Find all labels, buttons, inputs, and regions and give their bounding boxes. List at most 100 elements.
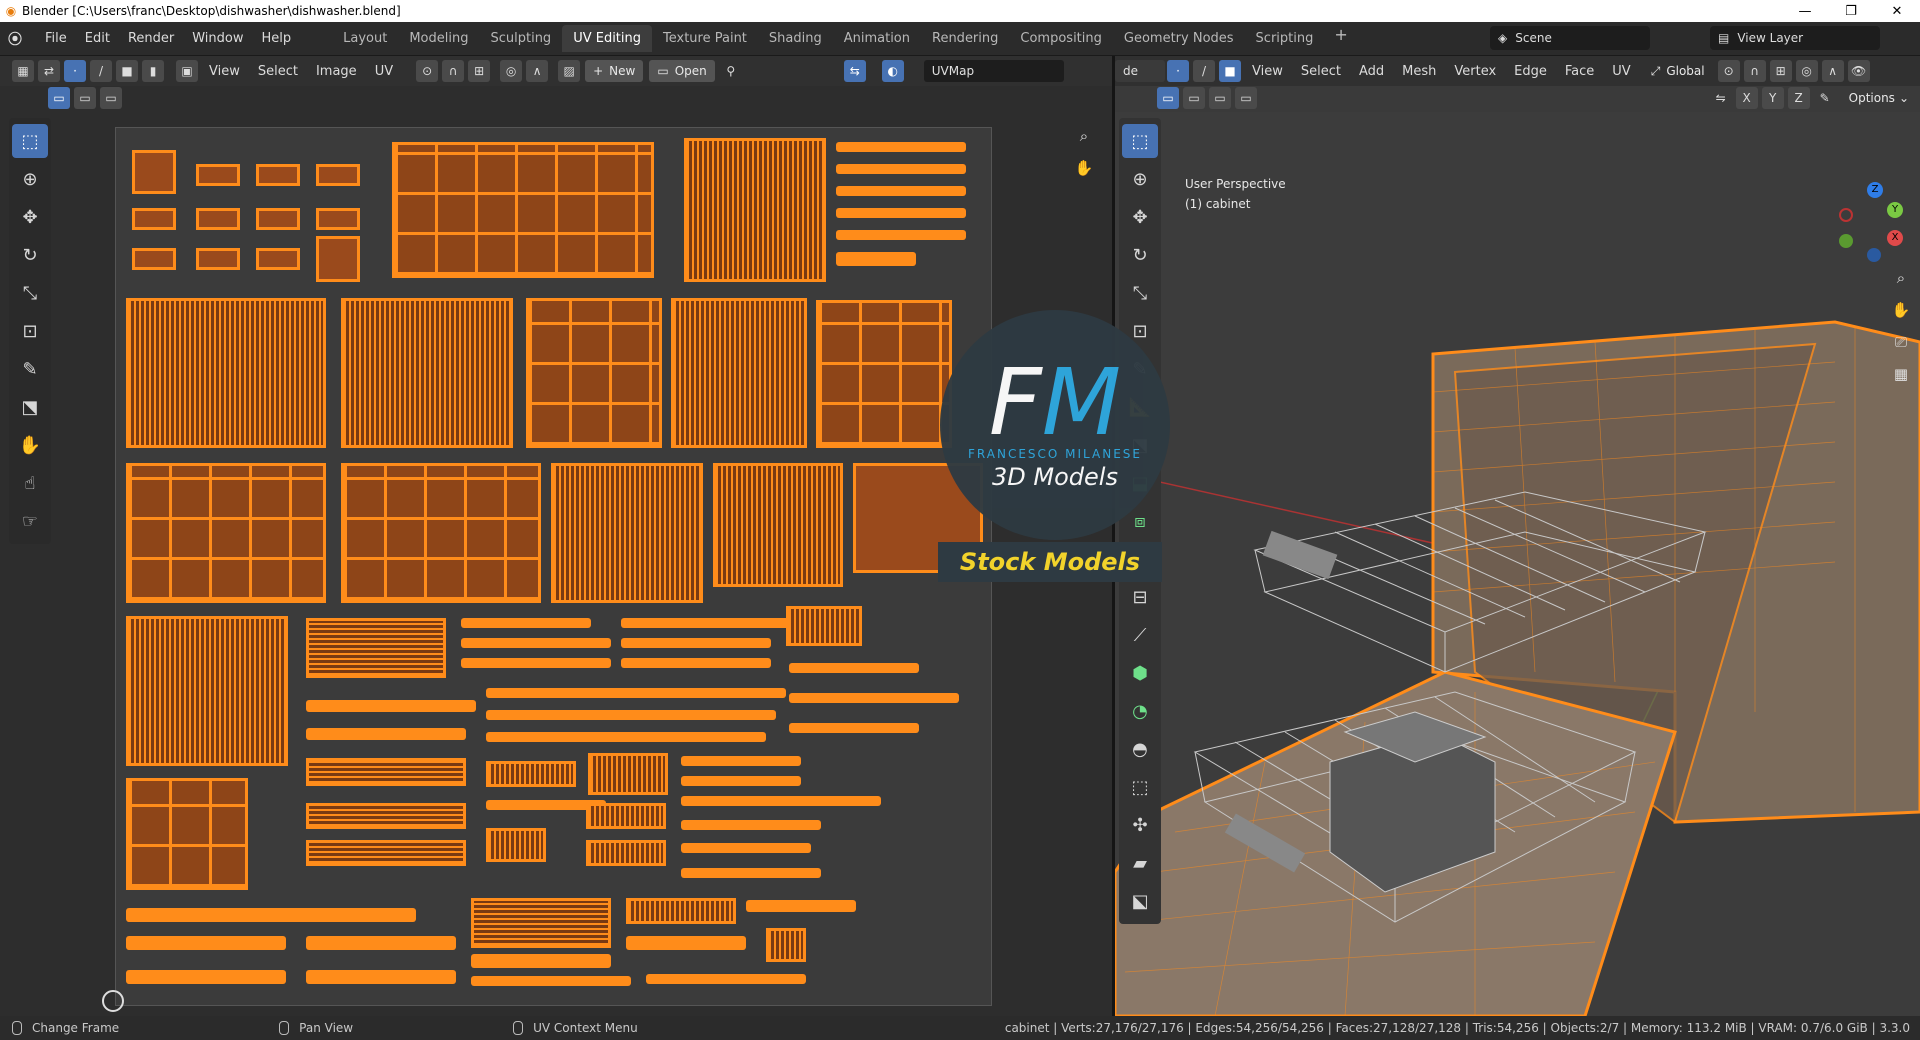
edge-slide-tool-icon[interactable]: ⬚ — [1122, 770, 1158, 804]
tab-scripting[interactable]: Scripting — [1245, 25, 1325, 52]
uv-island[interactable] — [621, 638, 771, 648]
uv-canvas[interactable] — [115, 127, 992, 1006]
uv-menu-uv[interactable]: UV — [366, 64, 402, 79]
move-tool-icon[interactable]: ✥ — [12, 200, 48, 234]
relax-tool-icon[interactable]: ☝ — [12, 466, 48, 500]
uv-island[interactable] — [196, 164, 240, 186]
cursor-tool-icon[interactable]: ⊕ — [12, 162, 48, 196]
select-extend-icon[interactable]: ▭ — [74, 87, 96, 109]
transform-orientation-dropdown[interactable]: ⤢ Global — [1643, 60, 1713, 82]
uv-island[interactable] — [836, 186, 966, 196]
zoom-icon[interactable]: ⌕ — [1071, 123, 1097, 149]
maximize-button[interactable]: ❐ — [1828, 0, 1874, 22]
vp-select-tool-icon[interactable]: ⬚ — [1122, 124, 1158, 158]
pivot-icon[interactable]: ⊙ — [416, 60, 439, 82]
rip-region-tool-icon[interactable]: ⬕ — [1122, 884, 1158, 918]
uv-island[interactable] — [306, 618, 446, 678]
options-dropdown[interactable]: Options ⌄ — [1841, 87, 1917, 109]
uv-island[interactable] — [461, 618, 591, 628]
face-select-icon[interactable]: ■ — [116, 60, 138, 82]
uv-island[interactable] — [681, 756, 801, 766]
vertex-mode-icon[interactable]: · — [1167, 60, 1189, 82]
uv-island[interactable] — [341, 463, 541, 603]
vertex-select-icon[interactable]: · — [64, 60, 86, 82]
blender-menu-icon[interactable]: ⦿ — [8, 29, 36, 49]
uv-island[interactable] — [681, 843, 811, 853]
uv-island[interactable] — [681, 820, 821, 830]
shrink-tool-icon[interactable]: ✣ — [1122, 808, 1158, 842]
uv-island[interactable] — [471, 898, 611, 948]
uv-island[interactable] — [588, 753, 668, 795]
axis-z-toggle[interactable]: Z — [1787, 87, 1810, 109]
falloff-icon[interactable]: ∧ — [526, 60, 549, 82]
uv-island[interactable] — [196, 208, 240, 230]
uv-island[interactable] — [713, 463, 843, 587]
uv-island[interactable] — [471, 976, 631, 986]
menu-file[interactable]: File — [36, 31, 76, 46]
uv-island[interactable] — [256, 164, 300, 186]
uv-island[interactable] — [526, 298, 662, 448]
uv-island[interactable] — [836, 142, 966, 152]
uv-island[interactable] — [196, 248, 240, 270]
uv-island[interactable] — [836, 208, 966, 218]
uv-island[interactable] — [621, 658, 771, 668]
uv-island[interactable] — [621, 618, 791, 628]
uv-island[interactable] — [681, 868, 821, 878]
uv-island[interactable] — [486, 710, 776, 720]
uv-menu-select[interactable]: Select — [249, 64, 307, 79]
uv-island[interactable] — [316, 164, 360, 186]
editor-type-icon[interactable]: ▦ — [12, 60, 34, 82]
vp-pan-icon[interactable]: ✋ — [1888, 297, 1914, 323]
uv-island[interactable] — [586, 840, 666, 866]
uv-island[interactable] — [392, 142, 654, 278]
island-select-icon[interactable]: ▮ — [142, 60, 164, 82]
tab-modeling[interactable]: Modeling — [398, 25, 479, 52]
snap-target-icon[interactable]: ⊞ — [468, 60, 491, 82]
face-mode-icon[interactable]: ■ — [1219, 60, 1241, 82]
vp-select-extend-icon[interactable]: ▭ — [1183, 87, 1205, 109]
uv-island[interactable] — [471, 954, 611, 968]
pin-icon[interactable]: ⚲ — [720, 60, 742, 82]
vp-proportional-icon[interactable]: ◎ — [1795, 60, 1818, 82]
uv-island[interactable] — [132, 248, 176, 270]
menu-edit[interactable]: Edit — [76, 31, 119, 46]
proportional-icon[interactable]: ◎ — [500, 60, 523, 82]
uv-island[interactable] — [486, 761, 576, 787]
vp-menu-view[interactable]: View — [1243, 64, 1292, 79]
tab-animation[interactable]: Animation — [833, 25, 921, 52]
uv-island[interactable] — [126, 298, 326, 448]
rotate-tool-icon[interactable]: ↻ — [12, 238, 48, 272]
tab-compositing[interactable]: Compositing — [1009, 25, 1113, 52]
image-browse-icon[interactable]: ▨ — [558, 60, 581, 82]
vp-select-subtract-icon[interactable]: ▭ — [1209, 87, 1231, 109]
menu-help[interactable]: Help — [253, 31, 301, 46]
vp-menu-face[interactable]: Face — [1556, 64, 1603, 79]
uv-island[interactable] — [256, 208, 300, 230]
uv-island[interactable] — [306, 700, 476, 712]
gizmo-neg-x-icon[interactable] — [1839, 208, 1853, 222]
uv-island[interactable] — [586, 803, 666, 829]
select-subtract-icon[interactable]: ▭ — [100, 87, 122, 109]
uv-island[interactable] — [789, 693, 959, 703]
uv-island[interactable] — [306, 840, 466, 866]
pinch-tool-icon[interactable]: ☞ — [12, 504, 48, 538]
uv-island[interactable] — [671, 298, 807, 448]
pivot-point-icon[interactable]: ⊙ — [1717, 60, 1740, 82]
axis-y-toggle[interactable]: Y — [1761, 87, 1784, 109]
spin-tool-icon[interactable]: ◔ — [1122, 694, 1158, 728]
gizmo-neg-z-icon[interactable] — [1867, 248, 1881, 262]
vp-snap-icon[interactable]: ∩ — [1743, 60, 1766, 82]
uv-island[interactable] — [461, 638, 611, 648]
gizmo-x-icon[interactable]: X — [1887, 230, 1903, 246]
uv-island[interactable] — [766, 928, 806, 962]
navigation-gizmo[interactable]: Z Y X — [1833, 182, 1913, 262]
uv-island[interactable] — [126, 778, 248, 890]
vp-menu-add[interactable]: Add — [1350, 64, 1393, 79]
menu-window[interactable]: Window — [183, 31, 252, 46]
pan-hand-icon[interactable]: ✋ — [1071, 155, 1097, 181]
uvmap-field[interactable]: UVMap — [923, 60, 1064, 82]
vp-select-invert-icon[interactable]: ▭ — [1235, 87, 1257, 109]
uv-island[interactable] — [836, 164, 966, 174]
vp-menu-mesh[interactable]: Mesh — [1393, 64, 1445, 79]
uv-island[interactable] — [306, 758, 466, 786]
